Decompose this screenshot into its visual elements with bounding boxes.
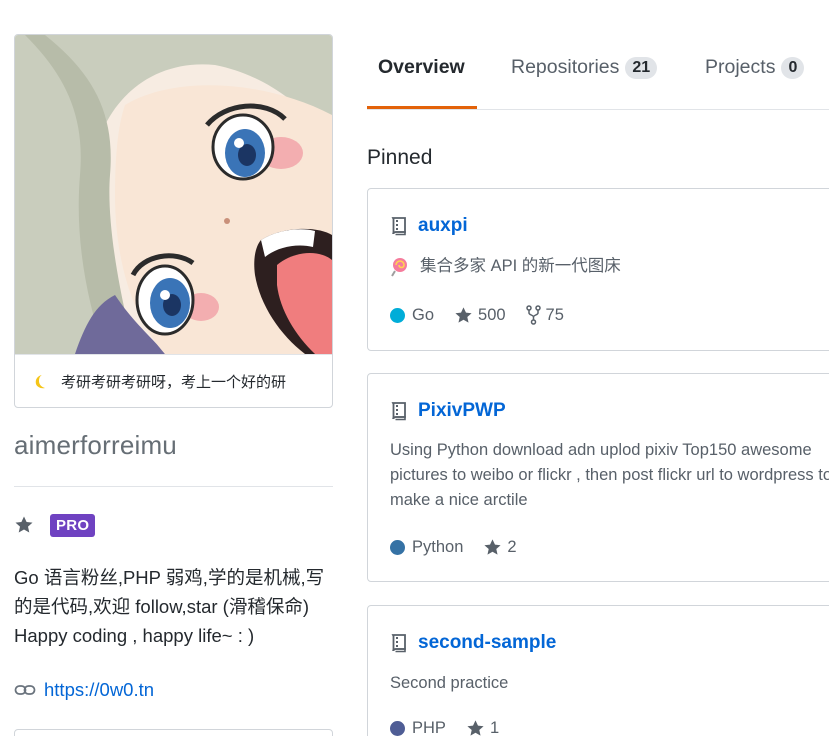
crescent-moon-icon — [33, 374, 49, 390]
repo-title-row: PixivPWP — [390, 400, 506, 422]
language-name: PHP — [412, 719, 446, 736]
repo-stars[interactable]: 2 — [483, 538, 517, 557]
repo-icon — [390, 633, 408, 653]
star-icon — [466, 719, 485, 736]
pinned-repo-card: PixivPWP Using Python download adn uplod… — [367, 373, 829, 582]
repo-language: Go — [390, 306, 434, 325]
star-count: 2 — [507, 538, 517, 556]
repo-description-text: Using Python download adn uplod pixiv To… — [390, 441, 829, 509]
tab-counter: 21 — [625, 56, 658, 79]
lollipop-icon — [390, 257, 410, 277]
star-icon — [483, 538, 502, 557]
tab-repositories[interactable]: Repositories 21 — [511, 56, 658, 79]
language-color-dot — [390, 307, 405, 323]
repo-title-row: second-sample — [390, 632, 556, 654]
star-icon — [454, 306, 473, 325]
badge-row: PRO — [14, 512, 96, 538]
repo-name-link[interactable]: PixivPWP — [418, 400, 506, 422]
tab-label: Overview — [378, 56, 465, 78]
star-icon[interactable] — [14, 515, 34, 535]
organizations-card — [14, 729, 333, 736]
pinned-heading: Pinned — [367, 146, 433, 169]
repo-meta: Python 2 — [390, 538, 537, 557]
repo-language: Python — [390, 538, 463, 557]
profile-bio: Go 语言粉丝,PHP 弱鸡,学的是机械,写的是代码,欢迎 follow,sta… — [14, 567, 325, 646]
repo-stars[interactable]: 500 — [454, 306, 506, 325]
blog-link[interactable]: https://0w0.tn — [44, 679, 154, 701]
repo-meta: PHP 1 — [390, 719, 519, 736]
star-count: 1 — [489, 719, 500, 736]
language-name: Python — [412, 538, 464, 556]
tab-overview[interactable]: Overview — [378, 56, 465, 79]
divider — [14, 486, 333, 487]
repo-name-link[interactable]: second-sample — [418, 632, 556, 654]
profile-username: aimerforreimu — [14, 430, 177, 460]
user-status[interactable]: 考研考研考研呀，考上一个好的研 — [15, 354, 332, 407]
pinned-repo-card: auxpi 集合多家 API 的新一代图床 Go 500 75 — [367, 188, 829, 351]
tab-counter: 0 — [781, 56, 805, 79]
language-name: Go — [412, 305, 435, 324]
repo-description-text: Second practice — [390, 674, 509, 692]
tab-label: Projects — [705, 56, 776, 78]
pro-badge[interactable]: PRO — [50, 513, 96, 537]
language-color-dot — [390, 540, 405, 555]
tab-projects[interactable]: Projects 0 — [705, 56, 805, 79]
star-count: 500 — [478, 305, 506, 324]
language-color-dot — [390, 721, 405, 736]
repo-description-text: 集合多家 API 的新一代图床 — [420, 257, 621, 275]
repo-meta: Go 500 75 — [390, 305, 584, 325]
fork-count: 75 — [545, 305, 564, 324]
pinned-repo-card: second-sample Second practice PHP 1 — [367, 605, 829, 736]
fork-icon — [525, 305, 541, 325]
active-tab-underline — [367, 106, 477, 109]
repo-icon — [390, 401, 408, 421]
link-icon — [14, 681, 36, 699]
repo-title-row: auxpi — [390, 215, 468, 237]
tab-label: Repositories — [511, 56, 620, 78]
repo-language: PHP — [390, 719, 446, 736]
blog-link-row: https://0w0.tn — [14, 679, 154, 701]
repo-name-link[interactable]: auxpi — [418, 215, 468, 237]
status-text: 考研考研考研呀，考上一个好的研 — [61, 374, 287, 391]
repo-forks[interactable]: 75 — [525, 305, 564, 325]
profile-tabs: Overview Repositories 21 Projects 0 — [367, 0, 829, 110]
avatar-card: 考研考研考研呀，考上一个好的研 — [14, 34, 333, 408]
repo-stars[interactable]: 1 — [466, 719, 499, 736]
avatar[interactable] — [15, 35, 332, 354]
repo-description: 集合多家 API 的新一代图床 — [390, 254, 829, 279]
repo-icon — [390, 216, 408, 236]
